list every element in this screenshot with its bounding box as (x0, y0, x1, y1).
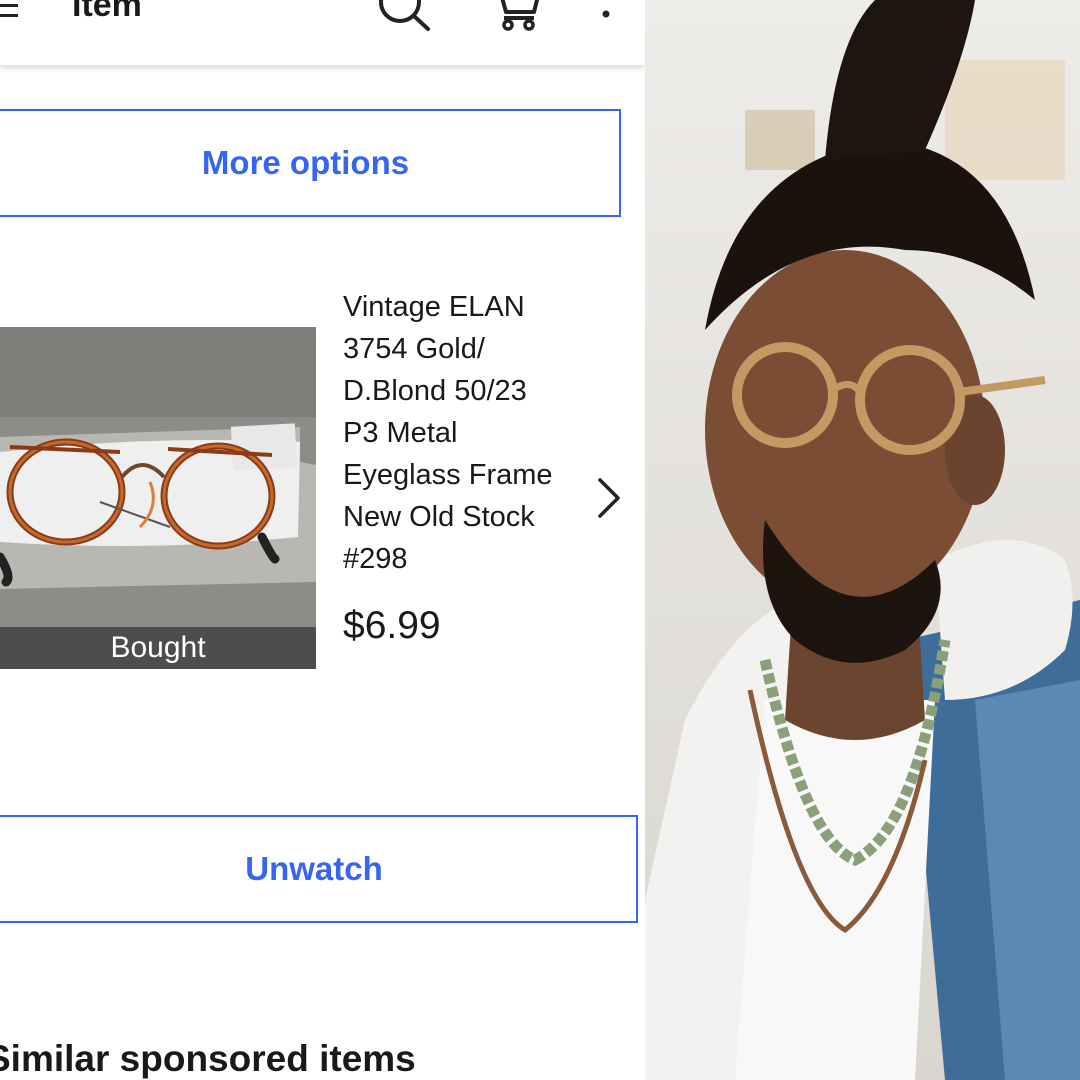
item-title-line: P3 Metal (343, 417, 458, 449)
item-title-line: 3754 Gold/ (343, 333, 485, 365)
item-price: $6.99 (343, 604, 441, 647)
bought-badge: Bought (0, 627, 316, 669)
chevron-right-icon[interactable] (594, 476, 624, 520)
man-wearing-glasses-photo (645, 0, 1080, 1080)
item-title-line: #298 (343, 543, 408, 575)
more-vertical-icon[interactable] (594, 0, 618, 20)
top-app-bar: Item (0, 0, 645, 66)
item-title[interactable]: Vintage ELAN 3754 Gold/ D.Blond 50/23 P3… (343, 286, 583, 580)
item-title-line: New Old Stock (343, 501, 535, 533)
cart-icon[interactable] (492, 0, 542, 32)
item-title-line: D.Blond 50/23 (343, 375, 527, 407)
item-thumbnail[interactable]: Bought (0, 327, 316, 669)
unwatch-button[interactable]: Unwatch (0, 815, 638, 923)
page-title: Item (72, 0, 142, 24)
more-options-button[interactable]: More options (0, 109, 621, 217)
ebay-item-screen: Item More options Bought Vintage ELAN 37… (0, 0, 645, 1080)
similar-sponsored-items-heading: Similar sponsored items (0, 1038, 416, 1079)
hamburger-menu-icon[interactable] (0, 0, 24, 24)
search-icon[interactable] (372, 0, 436, 34)
item-title-line: Eyeglass Frame (343, 459, 553, 491)
item-title-line: Vintage ELAN (343, 291, 525, 323)
eyeglasses-photo (0, 327, 316, 669)
